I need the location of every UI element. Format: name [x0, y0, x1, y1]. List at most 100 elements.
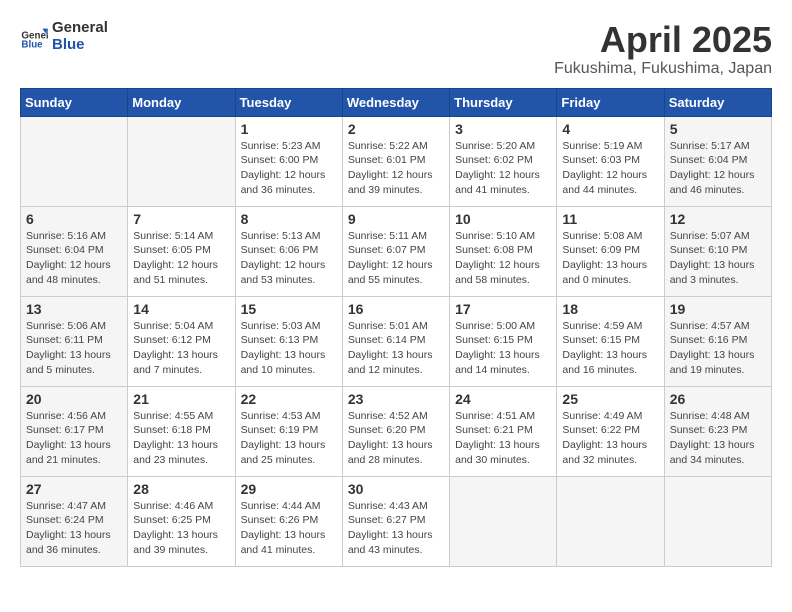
day-info: Sunrise: 4:48 AMSunset: 6:23 PMDaylight:…: [670, 409, 766, 468]
day-info: Sunrise: 5:01 AMSunset: 6:14 PMDaylight:…: [348, 319, 444, 378]
day-number: 3: [455, 121, 551, 137]
weekday-header-thursday: Thursday: [450, 88, 557, 116]
calendar-cell: 11Sunrise: 5:08 AMSunset: 6:09 PMDayligh…: [557, 206, 664, 296]
day-number: 6: [26, 211, 122, 227]
day-number: 21: [133, 391, 229, 407]
calendar-cell: 24 Sunrise: 4:51 AMSunset: 6:21 PMDayligh…: [450, 386, 557, 476]
day-info: Sunrise: 5:00 AMSunset: 6:15 PMDaylight:…: [455, 319, 551, 378]
day-number: 29: [241, 481, 337, 497]
day-number: 5: [670, 121, 766, 137]
day-info: Sunrise: 5:07 AMSunset: 6:10 PMDaylight:…: [670, 229, 766, 288]
calendar-cell: 19 Sunrise: 4:57 AMSunset: 6:16 PMDayligh…: [664, 296, 771, 386]
day-number: 8: [241, 211, 337, 227]
day-number: 26: [670, 391, 766, 407]
calendar-cell: 21Sunrise: 4:55 AMSunset: 6:18 PMDayligh…: [128, 386, 235, 476]
day-info: Sunrise: 4:51 AMSunset: 6:21 PMDaylight:…: [455, 409, 551, 468]
day-info: Sunrise: 4:57 AMSunset: 6:16 PMDaylight:…: [670, 319, 766, 378]
day-number: 14: [133, 301, 229, 317]
calendar-cell: 25 Sunrise: 4:49 AMSunset: 6:22 PMDayligh…: [557, 386, 664, 476]
weekday-header-tuesday: Tuesday: [235, 88, 342, 116]
calendar-cell: 14 Sunrise: 5:04 AMSunset: 6:12 PMDayligh…: [128, 296, 235, 386]
calendar-cell: 23Sunrise: 4:52 AMSunset: 6:20 PMDayligh…: [342, 386, 449, 476]
calendar-cell: 3 Sunrise: 5:20 AMSunset: 6:02 PMDaylight…: [450, 116, 557, 206]
calendar-cell: 13 Sunrise: 5:06 AMSunset: 6:11 PMDayligh…: [21, 296, 128, 386]
week-row-4: 20 Sunrise: 4:56 AMSunset: 6:17 PMDayligh…: [21, 386, 772, 476]
day-number: 20: [26, 391, 122, 407]
weekday-header-friday: Friday: [557, 88, 664, 116]
weekday-header-saturday: Saturday: [664, 88, 771, 116]
day-info: Sunrise: 5:13 AMSunset: 6:06 PMDaylight:…: [241, 229, 337, 288]
day-info: Sunrise: 5:19 AMSunset: 6:03 PMDaylight:…: [562, 139, 658, 198]
logo-blue: Blue: [52, 37, 108, 54]
day-number: 4: [562, 121, 658, 137]
day-info: Sunrise: 5:20 AMSunset: 6:02 PMDaylight:…: [455, 139, 551, 198]
day-info: Sunrise: 4:43 AMSunset: 6:27 PMDaylight:…: [348, 499, 444, 558]
calendar-table: SundayMondayTuesdayWednesdayThursdayFrid…: [20, 88, 772, 567]
calendar-cell: 5 Sunrise: 5:17 AMSunset: 6:04 PMDaylight…: [664, 116, 771, 206]
calendar-cell: [557, 476, 664, 566]
day-info: Sunrise: 4:47 AMSunset: 6:24 PMDaylight:…: [26, 499, 122, 558]
day-info: Sunrise: 4:53 AMSunset: 6:19 PMDaylight:…: [241, 409, 337, 468]
day-info: Sunrise: 5:17 AMSunset: 6:04 PMDaylight:…: [670, 139, 766, 198]
day-number: 24: [455, 391, 551, 407]
title-block: April 2025 Fukushima, Fukushima, Japan: [554, 20, 772, 78]
calendar-subtitle: Fukushima, Fukushima, Japan: [554, 60, 772, 78]
week-row-2: 6 Sunrise: 5:16 AMSunset: 6:04 PMDaylight…: [21, 206, 772, 296]
calendar-cell: [450, 476, 557, 566]
calendar-cell: 27 Sunrise: 4:47 AMSunset: 6:24 PMDayligh…: [21, 476, 128, 566]
day-number: 15: [241, 301, 337, 317]
week-row-3: 13 Sunrise: 5:06 AMSunset: 6:11 PMDayligh…: [21, 296, 772, 386]
calendar-cell: 28 Sunrise: 4:46 AMSunset: 6:25 PMDayligh…: [128, 476, 235, 566]
calendar-cell: 30Sunrise: 4:43 AMSunset: 6:27 PMDayligh…: [342, 476, 449, 566]
calendar-cell: 15 Sunrise: 5:03 AMSunset: 6:13 PMDayligh…: [235, 296, 342, 386]
day-number: 28: [133, 481, 229, 497]
day-number: 13: [26, 301, 122, 317]
weekday-header-wednesday: Wednesday: [342, 88, 449, 116]
day-info: Sunrise: 4:49 AMSunset: 6:22 PMDaylight:…: [562, 409, 658, 468]
day-number: 19: [670, 301, 766, 317]
logo-icon: General Blue: [20, 23, 48, 51]
calendar-cell: 18 Sunrise: 4:59 AMSunset: 6:15 PMDayligh…: [557, 296, 664, 386]
day-info: Sunrise: 4:44 AMSunset: 6:26 PMDaylight:…: [241, 499, 337, 558]
day-number: 18: [562, 301, 658, 317]
calendar-cell: 12 Sunrise: 5:07 AMSunset: 6:10 PMDayligh…: [664, 206, 771, 296]
calendar-cell: 6 Sunrise: 5:16 AMSunset: 6:04 PMDaylight…: [21, 206, 128, 296]
day-info: Sunrise: 5:08 AMSunset: 6:09 PMDaylight:…: [562, 229, 658, 288]
calendar-cell: 1 Sunrise: 5:23 AMSunset: 6:00 PMDaylight…: [235, 116, 342, 206]
calendar-cell: 22 Sunrise: 4:53 AMSunset: 6:19 PMDayligh…: [235, 386, 342, 476]
day-info: Sunrise: 4:59 AMSunset: 6:15 PMDaylight:…: [562, 319, 658, 378]
day-info: Sunrise: 5:04 AMSunset: 6:12 PMDaylight:…: [133, 319, 229, 378]
day-info: Sunrise: 5:06 AMSunset: 6:11 PMDaylight:…: [26, 319, 122, 378]
weekday-header-sunday: Sunday: [21, 88, 128, 116]
day-number: 25: [562, 391, 658, 407]
day-number: 27: [26, 481, 122, 497]
day-info: Sunrise: 5:22 AMSunset: 6:01 PMDaylight:…: [348, 139, 444, 198]
calendar-cell: 29 Sunrise: 4:44 AMSunset: 6:26 PMDayligh…: [235, 476, 342, 566]
day-number: 10: [455, 211, 551, 227]
logo-general: General: [52, 20, 108, 37]
calendar-cell: [128, 116, 235, 206]
week-row-5: 27 Sunrise: 4:47 AMSunset: 6:24 PMDayligh…: [21, 476, 772, 566]
day-info: Sunrise: 4:46 AMSunset: 6:25 PMDaylight:…: [133, 499, 229, 558]
calendar-cell: 7Sunrise: 5:14 AMSunset: 6:05 PMDaylight…: [128, 206, 235, 296]
day-info: Sunrise: 5:11 AMSunset: 6:07 PMDaylight:…: [348, 229, 444, 288]
day-info: Sunrise: 5:14 AMSunset: 6:05 PMDaylight:…: [133, 229, 229, 288]
weekday-header-row: SundayMondayTuesdayWednesdayThursdayFrid…: [21, 88, 772, 116]
day-number: 16: [348, 301, 444, 317]
day-number: 1: [241, 121, 337, 137]
week-row-1: 1 Sunrise: 5:23 AMSunset: 6:00 PMDaylight…: [21, 116, 772, 206]
day-number: 17: [455, 301, 551, 317]
day-info: Sunrise: 5:03 AMSunset: 6:13 PMDaylight:…: [241, 319, 337, 378]
day-info: Sunrise: 5:16 AMSunset: 6:04 PMDaylight:…: [26, 229, 122, 288]
day-info: Sunrise: 4:56 AMSunset: 6:17 PMDaylight:…: [26, 409, 122, 468]
calendar-cell: 17 Sunrise: 5:00 AMSunset: 6:15 PMDayligh…: [450, 296, 557, 386]
day-number: 22: [241, 391, 337, 407]
day-info: Sunrise: 5:10 AMSunset: 6:08 PMDaylight:…: [455, 229, 551, 288]
calendar-cell: 9Sunrise: 5:11 AMSunset: 6:07 PMDaylight…: [342, 206, 449, 296]
day-number: 12: [670, 211, 766, 227]
day-info: Sunrise: 5:23 AMSunset: 6:00 PMDaylight:…: [241, 139, 337, 198]
logo: General Blue General Blue: [20, 20, 108, 53]
page-header: General Blue General Blue April 2025 Fuk…: [20, 20, 772, 78]
calendar-cell: 2Sunrise: 5:22 AMSunset: 6:01 PMDaylight…: [342, 116, 449, 206]
calendar-cell: 8 Sunrise: 5:13 AMSunset: 6:06 PMDaylight…: [235, 206, 342, 296]
